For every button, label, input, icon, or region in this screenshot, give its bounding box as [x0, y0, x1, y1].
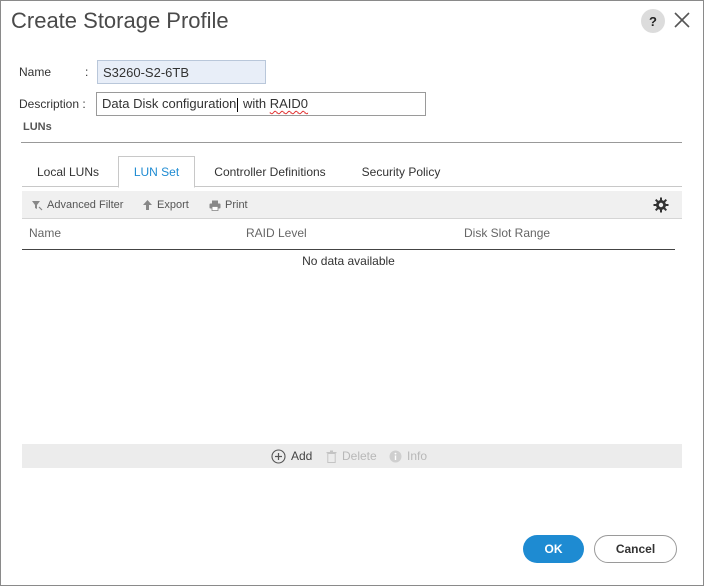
table-actions-bar: Add Delete Info — [22, 444, 682, 468]
add-label: Add — [291, 449, 313, 463]
description-misspelled-word: RAID0 — [269, 96, 309, 111]
description-label: Description : — [19, 97, 86, 111]
print-label: Print — [225, 199, 248, 211]
tab-controller-definitions[interactable]: Controller Definitions — [205, 156, 335, 187]
name-label: Name — [19, 65, 52, 79]
description-input[interactable]: Data Disk configuration with RAID0 — [96, 92, 426, 116]
create-storage-profile-dialog: Create Storage Profile ? Name : Descript… — [0, 0, 704, 586]
printer-icon — [209, 200, 221, 211]
print-button[interactable]: Print — [209, 191, 248, 219]
info-button[interactable]: Info — [389, 444, 427, 468]
help-icon[interactable]: ? — [641, 9, 665, 33]
column-header-name[interactable]: Name — [29, 220, 61, 250]
info-icon — [389, 450, 402, 462]
cancel-button[interactable]: Cancel — [594, 535, 677, 563]
trash-icon — [326, 450, 337, 463]
export-arrow-icon — [143, 200, 152, 210]
dialog-title: Create Storage Profile — [11, 8, 229, 33]
filter-icon — [32, 201, 43, 211]
info-label: Info — [407, 449, 428, 463]
column-header-disk-slot-range[interactable]: Disk Slot Range — [464, 220, 550, 250]
export-button[interactable]: Export — [142, 191, 189, 219]
name-colon: : — [85, 65, 89, 79]
empty-table-message: No data available — [302, 254, 395, 268]
add-circle-icon — [271, 448, 286, 464]
table-header: Name RAID Level Disk Slot Range — [22, 220, 675, 250]
section-divider — [21, 142, 682, 143]
export-label: Export — [157, 199, 189, 211]
column-header-raid-level[interactable]: RAID Level — [246, 220, 307, 250]
tab-local-luns[interactable]: Local LUNs — [26, 156, 110, 187]
close-icon[interactable] — [672, 10, 692, 30]
add-button[interactable]: Add — [271, 444, 312, 468]
table-toolbar: Advanced Filter Export Print — [22, 191, 682, 219]
luns-section-title: LUNs — [23, 121, 52, 133]
tab-security-policy[interactable]: Security Policy — [352, 156, 450, 187]
tab-bar: Local LUNs LUN Set Controller Definition… — [22, 156, 682, 188]
gear-icon[interactable] — [653, 197, 669, 213]
advanced-filter-button[interactable]: Advanced Filter — [31, 191, 123, 219]
delete-button[interactable]: Delete — [326, 444, 377, 468]
delete-label: Delete — [342, 449, 377, 463]
ok-button[interactable]: OK — [523, 535, 584, 563]
advanced-filter-label: Advanced Filter — [47, 199, 124, 211]
name-input[interactable] — [97, 60, 266, 84]
description-text-start: Data Disk configuration — [102, 96, 237, 111]
description-text-middle: with — [239, 96, 270, 111]
tab-lun-set[interactable]: LUN Set — [118, 156, 195, 188]
